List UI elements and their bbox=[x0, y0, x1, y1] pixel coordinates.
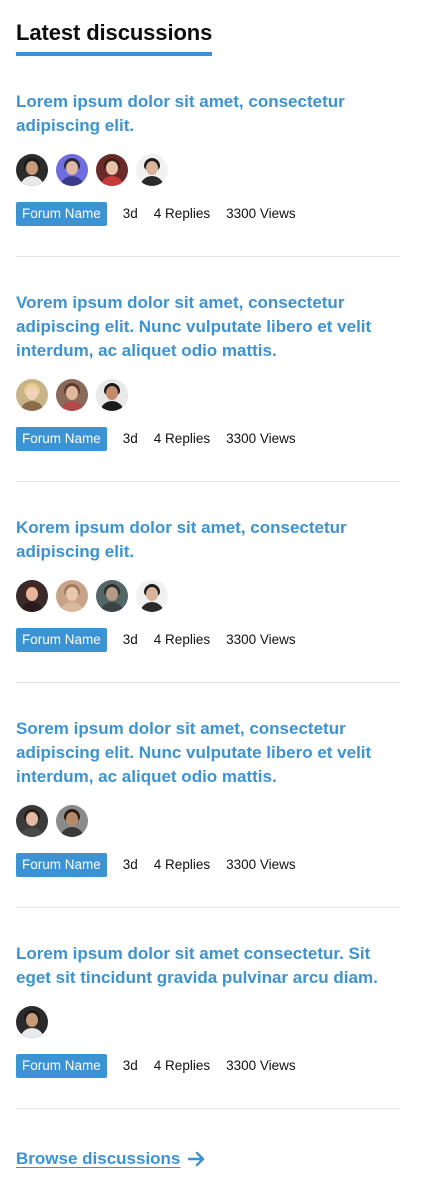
discussion-title-link[interactable]: Lorem ipsum dolor sit amet, consectetur … bbox=[16, 90, 400, 138]
view-count: 3300 Views bbox=[226, 206, 296, 221]
avatar-face bbox=[26, 812, 38, 826]
discussion-title-link[interactable]: Lorem ipsum dolor sit amet consectetur. … bbox=[16, 942, 400, 990]
avatar-face bbox=[146, 161, 158, 175]
avatar[interactable] bbox=[16, 805, 48, 837]
avatar-face bbox=[26, 386, 38, 400]
post-age: 3d bbox=[122, 431, 138, 446]
avatar-body bbox=[140, 602, 164, 612]
avatar[interactable] bbox=[16, 580, 48, 612]
discussion-meta: Forum Name 3d 4 Replies 3300 Views bbox=[16, 427, 400, 451]
reply-count: 4 Replies bbox=[153, 857, 211, 872]
avatar-body bbox=[60, 176, 84, 186]
participant-avatars bbox=[16, 154, 400, 186]
discussion-item: Lorem ipsum dolor sit amet, consectetur … bbox=[16, 56, 400, 257]
post-age: 3d bbox=[122, 632, 138, 647]
forum-badge[interactable]: Forum Name bbox=[16, 202, 107, 226]
reply-count: 4 Replies bbox=[153, 431, 211, 446]
discussion-meta: Forum Name 3d 4 Replies 3300 Views bbox=[16, 1054, 400, 1078]
discussion-item: Lorem ipsum dolor sit amet consectetur. … bbox=[16, 908, 400, 1109]
forum-badge[interactable]: Forum Name bbox=[16, 853, 107, 877]
participant-avatars bbox=[16, 379, 400, 411]
discussion-title-link[interactable]: Korem ipsum dolor sit amet, consectetur … bbox=[16, 516, 400, 564]
participant-avatars bbox=[16, 580, 400, 612]
view-count: 3300 Views bbox=[226, 431, 296, 446]
avatar-body bbox=[140, 176, 164, 186]
reply-count: 4 Replies bbox=[153, 1058, 211, 1073]
avatar[interactable] bbox=[96, 379, 128, 411]
avatar-face bbox=[106, 587, 118, 601]
avatar-face bbox=[26, 161, 38, 175]
participant-avatars bbox=[16, 805, 400, 837]
avatar-body bbox=[100, 401, 124, 411]
avatar-face bbox=[66, 161, 78, 175]
post-age: 3d bbox=[122, 1058, 138, 1073]
discussion-meta: Forum Name 3d 4 Replies 3300 Views bbox=[16, 628, 400, 652]
avatar-face bbox=[66, 386, 78, 400]
reply-count: 4 Replies bbox=[153, 632, 211, 647]
avatar[interactable] bbox=[56, 154, 88, 186]
arrow-right-icon[interactable] bbox=[188, 1151, 206, 1167]
avatar-face bbox=[106, 161, 118, 175]
avatar-body bbox=[100, 602, 124, 612]
forum-badge[interactable]: Forum Name bbox=[16, 628, 107, 652]
avatar-face bbox=[26, 587, 38, 601]
avatar-face bbox=[26, 1013, 38, 1027]
avatar[interactable] bbox=[16, 379, 48, 411]
avatar[interactable] bbox=[56, 580, 88, 612]
forum-badge[interactable]: Forum Name bbox=[16, 1054, 107, 1078]
avatar[interactable] bbox=[96, 154, 128, 186]
participant-avatars bbox=[16, 1006, 400, 1038]
discussion-item: Korem ipsum dolor sit amet, consectetur … bbox=[16, 482, 400, 683]
avatar-face bbox=[66, 587, 78, 601]
section-heading: Latest discussions bbox=[16, 18, 212, 56]
latest-discussions-section: Latest discussions Lorem ipsum dolor sit… bbox=[16, 18, 400, 1169]
avatar[interactable] bbox=[56, 379, 88, 411]
browse-discussions-label[interactable]: Browse discussions bbox=[16, 1149, 180, 1169]
avatar-body bbox=[60, 827, 84, 837]
avatar-face bbox=[146, 587, 158, 601]
discussion-title-link[interactable]: Sorem ipsum dolor sit amet, consectetur … bbox=[16, 717, 400, 789]
view-count: 3300 Views bbox=[226, 1058, 296, 1073]
post-age: 3d bbox=[122, 857, 138, 872]
forum-badge[interactable]: Forum Name bbox=[16, 427, 107, 451]
discussion-item: Vorem ipsum dolor sit amet, consectetur … bbox=[16, 257, 400, 482]
avatar-body bbox=[20, 602, 44, 612]
avatar-body bbox=[60, 602, 84, 612]
discussion-meta: Forum Name 3d 4 Replies 3300 Views bbox=[16, 202, 400, 226]
avatar-body bbox=[20, 1028, 44, 1038]
avatar[interactable] bbox=[136, 580, 168, 612]
post-age: 3d bbox=[122, 206, 138, 221]
discussion-item: Sorem ipsum dolor sit amet, consectetur … bbox=[16, 683, 400, 908]
view-count: 3300 Views bbox=[226, 857, 296, 872]
avatar-face bbox=[66, 812, 78, 826]
avatar-body bbox=[20, 176, 44, 186]
view-count: 3300 Views bbox=[226, 632, 296, 647]
discussion-meta: Forum Name 3d 4 Replies 3300 Views bbox=[16, 853, 400, 877]
browse-discussions-link[interactable]: Browse discussions bbox=[16, 1149, 400, 1169]
reply-count: 4 Replies bbox=[153, 206, 211, 221]
avatar[interactable] bbox=[16, 154, 48, 186]
discussion-list: Lorem ipsum dolor sit amet, consectetur … bbox=[16, 56, 400, 1109]
avatar-body bbox=[60, 401, 84, 411]
avatar-face bbox=[106, 386, 118, 400]
avatar-body bbox=[20, 827, 44, 837]
avatar[interactable] bbox=[56, 805, 88, 837]
discussion-title-link[interactable]: Vorem ipsum dolor sit amet, consectetur … bbox=[16, 291, 400, 363]
avatar[interactable] bbox=[136, 154, 168, 186]
avatar[interactable] bbox=[96, 580, 128, 612]
avatar[interactable] bbox=[16, 1006, 48, 1038]
avatar-body bbox=[20, 401, 44, 411]
avatar-body bbox=[100, 176, 124, 186]
